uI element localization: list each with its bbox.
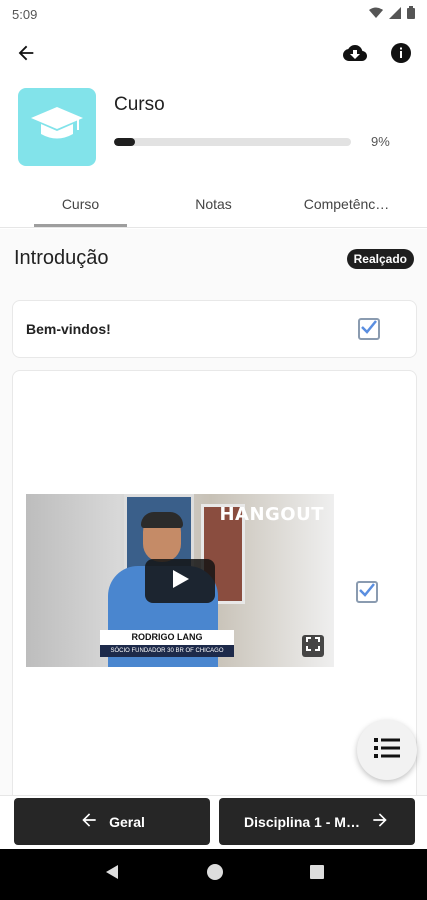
course-thumbnail: [18, 88, 96, 166]
system-home-icon[interactable]: [206, 864, 223, 885]
check-icon: [359, 582, 375, 602]
fullscreen-button[interactable]: [302, 635, 324, 657]
app-bar: [0, 28, 427, 78]
video-presenter-name: RODRIGO LANG: [100, 630, 234, 645]
app-bar-actions: [341, 39, 415, 67]
video-player[interactable]: HANGOUT RODRIGO LANG SÓCIO FUNDADOR 30 B…: [26, 494, 334, 667]
progress-row: 9%: [114, 134, 409, 149]
progress-percent: 9%: [371, 134, 390, 149]
wifi-icon: [369, 7, 383, 22]
highlight-badge: Realçado: [346, 248, 414, 269]
arrow-right-icon: [370, 810, 390, 833]
fullscreen-icon: [306, 636, 320, 656]
course-content[interactable]: Introdução Realçado Bem-vindos! HANGOUT …: [0, 229, 427, 795]
tab-competencias[interactable]: Competênc…: [280, 180, 413, 227]
video-presenter-role: SÓCIO FUNDADOR 30 BR OF CHICAGO: [100, 645, 234, 657]
video-lower-third: RODRIGO LANG SÓCIO FUNDADOR 30 BR OF CHI…: [100, 630, 234, 660]
previous-section-label: Geral: [109, 813, 145, 830]
completion-checkbox[interactable]: [356, 581, 378, 603]
system-recents-icon[interactable]: [309, 865, 324, 884]
tab-curso[interactable]: Curso: [14, 180, 147, 227]
course-index-button[interactable]: [357, 720, 417, 780]
tab-bar: Curso Notas Competênc…: [0, 180, 427, 228]
progress-fill: [114, 137, 136, 146]
presenter-hair: [141, 512, 183, 528]
play-button[interactable]: [145, 559, 215, 603]
battery-icon: [407, 6, 415, 22]
check-icon: [361, 319, 377, 339]
graduation-cap-icon: [31, 106, 83, 148]
status-time: 5:09: [12, 6, 38, 22]
video-brand-text: HANGOUT: [219, 504, 324, 525]
activity-video: HANGOUT RODRIGO LANG SÓCIO FUNDADOR 30 B…: [12, 370, 417, 795]
status-icons: [369, 6, 415, 22]
next-section-label: Disciplina 1 - M…: [244, 813, 360, 830]
course-info: Curso 9%: [114, 88, 409, 166]
next-section-button[interactable]: Disciplina 1 - M…: [219, 798, 415, 845]
activity-welcome[interactable]: Bem-vindos!: [12, 300, 417, 358]
section-navigation: Geral Disciplina 1 - M…: [0, 795, 427, 849]
list-icon: [374, 737, 400, 764]
previous-section-button[interactable]: Geral: [14, 798, 210, 845]
course-header: Curso 9%: [18, 88, 409, 166]
arrow-left-icon: [79, 810, 99, 833]
play-icon: [169, 568, 191, 595]
arrow-left-icon[interactable]: [12, 39, 40, 67]
system-navigation-bar: [0, 849, 427, 900]
progress-bar: [114, 137, 351, 146]
section-header: Introdução Realçado: [14, 247, 414, 270]
completion-checkbox[interactable]: [358, 318, 380, 340]
system-back-icon[interactable]: [104, 864, 120, 885]
activity-label: Bem-vindos!: [26, 321, 111, 337]
signal-icon: [389, 6, 401, 22]
cloud-download-icon[interactable]: [341, 39, 369, 67]
tab-notas[interactable]: Notas: [147, 180, 280, 227]
course-title: Curso: [114, 94, 165, 115]
info-icon[interactable]: [387, 39, 415, 67]
section-title: Introdução: [14, 247, 109, 269]
status-bar: 5:09: [0, 0, 427, 28]
